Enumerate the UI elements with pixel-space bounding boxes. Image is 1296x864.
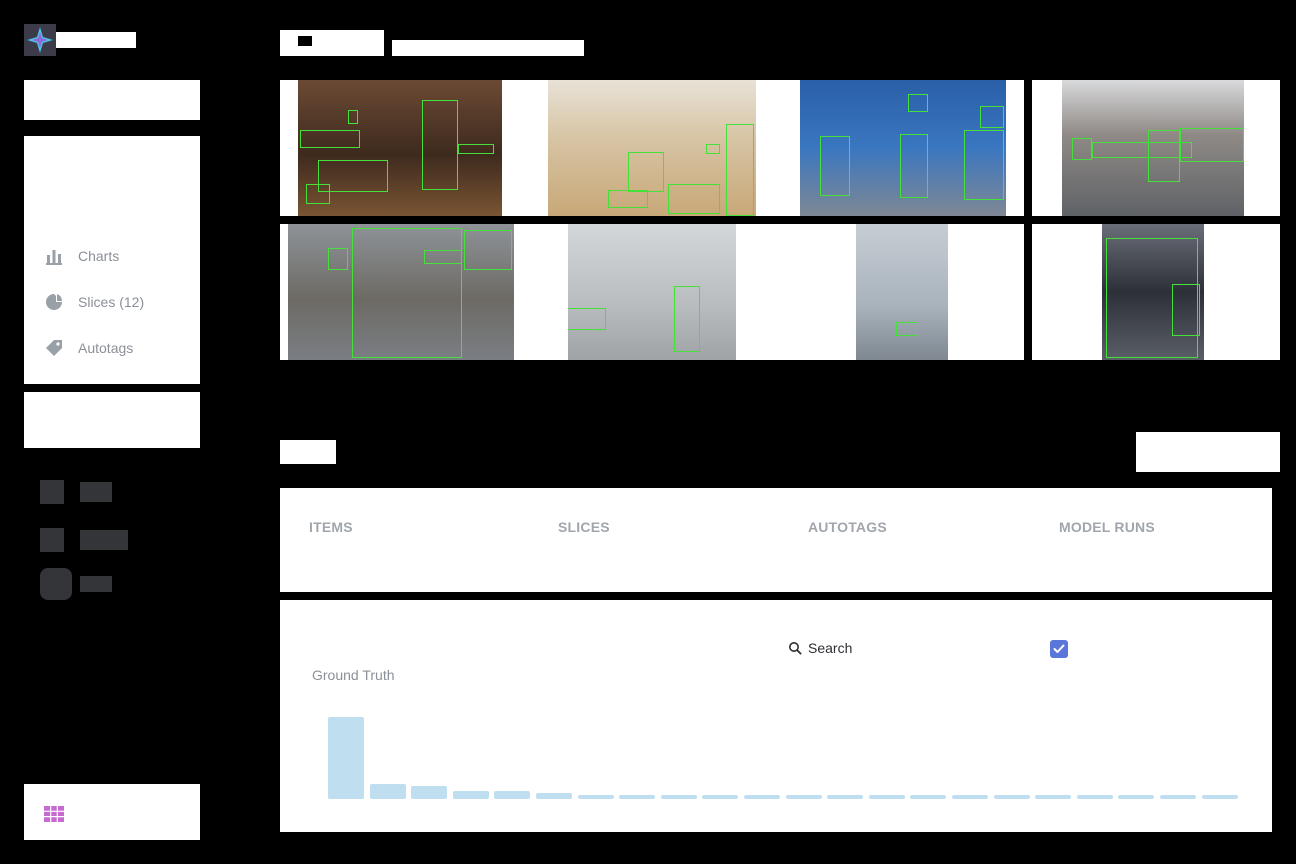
chart-bar[interactable]	[328, 717, 364, 799]
app-logo-wordmark	[56, 32, 136, 48]
gallery-tile[interactable]	[280, 80, 528, 216]
chart-bar[interactable]	[702, 794, 739, 799]
stat-items-header: ITEMS	[309, 519, 353, 535]
stat-slices-header: SLICES	[558, 519, 610, 535]
image-street-plaza	[1062, 80, 1244, 216]
sidebar-nav: Charts Slices (12) Autotags	[24, 136, 200, 384]
sidebar-footer	[24, 784, 200, 840]
gallery-tile[interactable]	[1032, 224, 1280, 360]
slice-icon	[46, 294, 63, 310]
gallery-tile[interactable]	[280, 224, 568, 360]
chart-bar[interactable]	[536, 793, 572, 799]
sidebar-item-label: Slices (12)	[78, 294, 145, 310]
section-title	[280, 440, 336, 464]
chart-bar[interactable]	[452, 790, 489, 799]
gallery-tile[interactable]	[1032, 80, 1280, 216]
sidebar-panel	[24, 392, 200, 448]
stat-model-runs-header: MODEL RUNS	[1059, 519, 1155, 535]
ghost-label	[80, 576, 112, 592]
ghost-label	[80, 482, 112, 502]
image-kitchen-utensils	[298, 80, 502, 216]
image-bicycle	[288, 224, 514, 360]
checkmark-icon	[1053, 644, 1065, 653]
chart-card: Search Ground Truth	[280, 600, 1272, 832]
ghost-icon	[40, 568, 72, 600]
search-label: Search	[808, 640, 853, 656]
chart-bar[interactable]	[827, 794, 864, 799]
page-subtitle	[392, 40, 584, 56]
gallery-tile[interactable]	[568, 224, 1024, 360]
section-action-button[interactable]	[1136, 432, 1280, 472]
chart-bar[interactable]	[660, 794, 697, 799]
chart-bar[interactable]	[868, 794, 905, 799]
search-icon	[789, 642, 802, 655]
app-logo-icon[interactable]	[24, 24, 56, 56]
ghost-icon	[40, 528, 64, 552]
stats-card: ITEMS SLICES AUTOTAGS MODEL RUNS	[280, 488, 1272, 592]
bar-chart-icon	[46, 250, 62, 265]
image-kitchen-room	[548, 80, 756, 216]
sidebar-item-charts[interactable]: Charts	[44, 246, 119, 266]
ghost-icon	[40, 480, 64, 504]
search-button[interactable]: Search	[788, 640, 852, 656]
chart-bar[interactable]	[1160, 794, 1196, 799]
page-title	[280, 30, 384, 56]
grid-icon[interactable]	[44, 806, 64, 822]
chart-bar[interactable]	[619, 794, 656, 799]
ghost-label	[80, 530, 128, 550]
sidebar-dataset-selector[interactable]	[24, 80, 200, 120]
image-bathroom-toilet	[568, 224, 736, 360]
sidebar-item-label: Charts	[78, 248, 120, 264]
chart-bar[interactable]	[952, 794, 988, 799]
chart-bar[interactable]	[993, 794, 1030, 799]
chart-bar[interactable]	[910, 794, 947, 799]
sidebar-item-slices[interactable]: Slices (12)	[44, 292, 144, 312]
ground-truth-checkbox[interactable]	[1050, 640, 1068, 658]
chart-bar[interactable]	[369, 784, 406, 799]
chart-bar[interactable]	[411, 785, 448, 799]
chart-bar[interactable]	[1118, 794, 1155, 799]
tag-icon	[46, 340, 62, 356]
chart-bar[interactable]	[1035, 794, 1072, 799]
page-title-mark	[298, 36, 312, 46]
chart-bar[interactable]	[1201, 794, 1238, 799]
image-motorcycle	[1102, 224, 1204, 360]
gallery-tile[interactable]	[528, 80, 776, 216]
chart-bar[interactable]	[1076, 794, 1113, 799]
chart-bar[interactable]	[577, 794, 614, 799]
sidebar-item-label: Autotags	[78, 340, 134, 356]
chart-bar[interactable]	[494, 790, 531, 799]
chart-bar[interactable]	[744, 794, 780, 799]
image-street-wall	[800, 80, 1006, 216]
chart-title: Ground Truth	[312, 667, 395, 683]
stat-autotags-header: AUTOTAGS	[808, 519, 887, 535]
sidebar-item-autotags[interactable]: Autotags	[44, 338, 133, 358]
image-bathroom-pipes	[856, 224, 948, 360]
gallery-tile[interactable]	[776, 80, 1024, 216]
chart-bar[interactable]	[785, 794, 822, 799]
